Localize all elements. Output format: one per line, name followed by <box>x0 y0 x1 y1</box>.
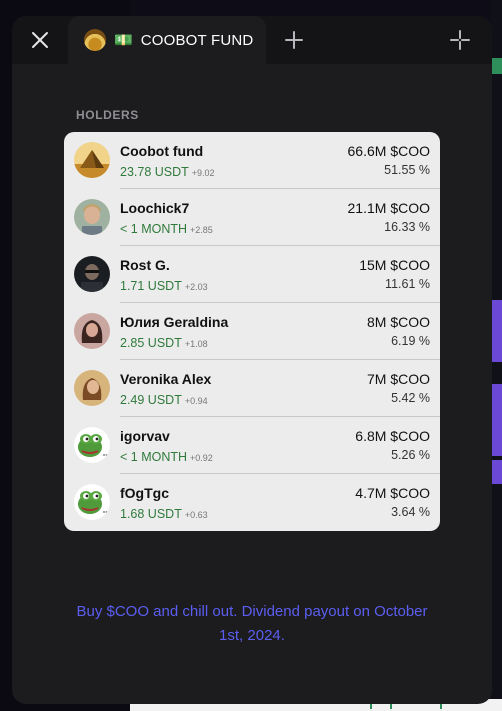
holder-name: Veronika Alex <box>120 371 212 387</box>
plus-icon <box>285 31 303 49</box>
holder-name: Rost G. <box>120 257 170 273</box>
holder-delta: +9.02 <box>191 168 215 178</box>
holder-amount: 66.6M $COO <box>347 143 430 159</box>
holder-value: 23.78 USDT <box>120 165 189 179</box>
background-green-strip <box>492 58 502 74</box>
holder-row[interactable]: Veronika Alex 2.49 USDT +0.94 7M $COO 5.42 % <box>64 360 440 417</box>
holder-amount: 7M $COO <box>366 371 430 387</box>
close-icon <box>32 32 48 48</box>
holder-percent: 3.64 % <box>391 505 430 519</box>
holder-value: 1.68 USDT <box>120 507 182 521</box>
holder-value: 2.49 USDT <box>120 393 182 407</box>
holder-value: < 1 MONTH <box>120 450 188 464</box>
new-tab-button[interactable] <box>280 26 308 54</box>
holder-name: Юлия Geraldina <box>120 314 229 330</box>
holder-amount: 6.8M $COO <box>355 428 430 444</box>
holder-amount: 4.7M $COO <box>355 485 430 501</box>
avatar <box>74 313 110 349</box>
close-button[interactable] <box>22 22 58 58</box>
avatar <box>74 370 110 406</box>
dividend-note: Buy $COO and chill out. Dividend payout … <box>76 603 428 644</box>
avatar <box>74 199 110 235</box>
holder-percent: 51.55 % <box>384 163 430 177</box>
holder-value: < 1 MONTH <box>120 222 188 236</box>
crosshair-plus-icon <box>450 30 470 50</box>
holder-name: fOgTgc <box>120 485 169 501</box>
avatar <box>74 427 110 463</box>
holder-delta: +0.63 <box>184 510 208 520</box>
holder-amount: 15M $COO <box>359 257 430 273</box>
holder-row[interactable]: fOgTgc 1.68 USDT +0.63 4.7M $COO 3.64 % <box>64 474 440 531</box>
holder-percent: 5.42 % <box>391 391 430 405</box>
holder-subline: 1.68 USDT +0.63 <box>120 505 208 523</box>
holders-section-label: HOLDERS <box>76 108 139 122</box>
holder-subline: < 1 MONTH +0.92 <box>120 448 213 466</box>
holder-percent: 11.61 % <box>385 277 430 291</box>
holders-list: Coobot fund 23.78 USDT +9.02 66.6M $COO 51.5… <box>64 132 440 531</box>
holder-value: 1.71 USDT <box>120 279 182 293</box>
tab-title: COOBOT FUND <box>140 31 254 49</box>
holder-name: Loochick7 <box>120 200 190 216</box>
holder-name: Coobot fund <box>120 143 204 159</box>
expand-button[interactable] <box>446 26 474 54</box>
holder-row[interactable]: Coobot fund 23.78 USDT +9.02 66.6M $COO 51.5… <box>64 132 440 189</box>
money-emoji: 💵 <box>114 32 133 49</box>
holder-delta: +0.94 <box>184 396 208 406</box>
holder-delta: +0.92 <box>190 453 213 463</box>
avatar <box>74 256 110 292</box>
tab-bar: 💵 COOBOT FUND <box>12 16 492 64</box>
holder-amount: 8M $COO <box>366 314 430 330</box>
holder-subline: 2.49 USDT +0.94 <box>120 391 208 409</box>
avatar <box>74 142 110 178</box>
holder-row[interactable]: Rost G. 1.71 USDT +2.03 15M $COO 11.61 % <box>64 246 440 303</box>
holder-delta: +2.85 <box>190 225 213 235</box>
mini-app-window: 💵 COOBOT FUND HOLDERS Coobot fund 23.78 U… <box>12 16 492 704</box>
coobot-avatar-icon <box>84 29 106 51</box>
holder-subline: 1.71 USDT +2.03 <box>120 277 208 295</box>
holder-row[interactable]: Loochick7 < 1 MONTH +2.85 21.1M $COO 16.33 % <box>64 189 440 246</box>
holder-percent: 5.26 % <box>391 448 430 462</box>
holder-subline: 2.85 USDT +1.08 <box>120 334 208 352</box>
holder-amount: 21.1M $COO <box>347 200 430 216</box>
holder-value: 2.85 USDT <box>120 336 182 350</box>
holder-delta: +2.03 <box>184 282 208 292</box>
holder-name: igorvav <box>120 428 170 444</box>
holder-percent: 16.33 % <box>384 220 430 234</box>
avatar <box>74 484 110 520</box>
holder-row[interactable]: Юлия Geraldina 2.85 USDT +1.08 8M $COO 6.19 … <box>64 303 440 360</box>
holder-subline: 23.78 USDT +9.02 <box>120 163 215 181</box>
holder-subline: < 1 MONTH +2.85 <box>120 220 213 238</box>
tab-coobot-fund[interactable]: 💵 COOBOT FUND <box>68 16 266 64</box>
holder-row[interactable]: igorvav < 1 MONTH +0.92 6.8M $COO 5.26 % <box>64 417 440 474</box>
holder-delta: +1.08 <box>184 339 208 349</box>
holder-percent: 6.19 % <box>391 334 430 348</box>
